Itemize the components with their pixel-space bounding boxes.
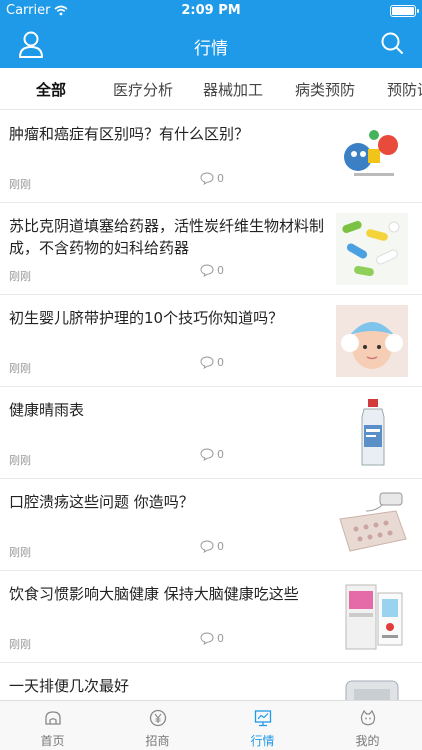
- pills-icon: [336, 213, 408, 285]
- article-time: 刚刚: [9, 546, 31, 559]
- comment-icon: [200, 540, 214, 553]
- air-mattress-icon: [336, 489, 408, 561]
- search-icon[interactable]: [380, 31, 404, 55]
- article-time: 刚刚: [9, 178, 31, 191]
- tabbar-market[interactable]: 行情: [210, 701, 315, 750]
- cartoon-illustration-icon: [336, 121, 408, 193]
- comment-icon: [200, 448, 214, 461]
- article-thumbnail: [336, 581, 408, 653]
- article-time: 刚刚: [9, 638, 31, 651]
- article-list: 肿瘤和癌症有区别吗？有什么区别？ 刚刚 0 苏比克阴道填塞给药器，活性炭纤维生物…: [0, 111, 422, 700]
- tabbar-home[interactable]: 首页: [0, 701, 105, 750]
- comment-count: 0: [200, 264, 224, 277]
- article-thumbnail: [336, 213, 408, 285]
- bottom-tab-bar: 首页 招商 行情 我的: [0, 700, 422, 750]
- article-item[interactable]: 健康晴雨表 刚刚 0: [0, 387, 422, 479]
- article-title: 饮食习惯影响大脑健康 保持大脑健康吃这些: [9, 585, 299, 603]
- article-title: 初生婴儿脐带护理的10个技巧你知道吗？: [9, 309, 284, 327]
- market-icon: [254, 710, 272, 727]
- comment-count-value: 0: [217, 172, 224, 185]
- tabbar-investment-label: 招商: [145, 734, 170, 748]
- comment-count: 0: [200, 540, 224, 553]
- comment-count-value: 0: [217, 356, 224, 369]
- profile-icon: [360, 709, 376, 726]
- status-bar: Carrier 2:09 PM: [0, 0, 422, 22]
- article-time: 刚刚: [9, 362, 31, 375]
- baby-icon: [336, 305, 408, 377]
- tab-prevention[interactable]: 预防试: [387, 79, 422, 100]
- article-title: 一天排便几次最好: [9, 677, 130, 695]
- article-title: 肿瘤和癌症有区别吗？有什么区别？: [9, 125, 250, 143]
- navbar: 行情: [0, 22, 422, 68]
- comment-icon: [200, 172, 214, 185]
- article-thumbnail: [336, 397, 408, 469]
- article-time: 刚刚: [9, 454, 31, 467]
- article-thumbnail: [336, 305, 408, 377]
- tab-all[interactable]: 全部: [36, 79, 66, 100]
- tabbar-investment[interactable]: 招商: [105, 701, 210, 750]
- battery-icon: [390, 5, 419, 17]
- tabbar-home-label: 首页: [40, 734, 65, 748]
- page-title: 行情: [194, 39, 228, 59]
- comment-count-value: 0: [217, 448, 224, 461]
- article-title: 健康晴雨表: [9, 401, 85, 419]
- article-thumbnail: [336, 673, 408, 700]
- article-item[interactable]: 苏比克阴道填塞给药器，活性炭纤维生物材料制成，不含药物的妇科给药器 刚刚 0: [0, 203, 422, 295]
- comment-count: 0: [200, 172, 224, 185]
- article-item[interactable]: 一天排便几次最好: [0, 663, 422, 700]
- tabbar-profile-label: 我的: [355, 734, 380, 748]
- article-title: 口腔溃疡这些问题 你造吗？: [9, 493, 194, 511]
- bottle-icon: [336, 397, 408, 469]
- article-time: 刚刚: [9, 270, 31, 283]
- comment-count: 0: [200, 356, 224, 369]
- comment-icon: [200, 356, 214, 369]
- article-item[interactable]: 饮食习惯影响大脑健康 保持大脑健康吃这些 刚刚 0: [0, 571, 422, 663]
- comment-count-value: 0: [217, 540, 224, 553]
- money-icon: [149, 709, 167, 727]
- device-icon: [336, 581, 408, 653]
- home-icon: [45, 711, 61, 725]
- tabbar-profile[interactable]: 我的: [315, 701, 420, 750]
- tab-equipment-processing[interactable]: 器械加工: [203, 79, 263, 100]
- comment-count: 0: [200, 448, 224, 461]
- category-tabs: 全部 医疗分析 器械加工 病类预防 预防试: [0, 68, 422, 110]
- comment-icon: [200, 632, 214, 645]
- article-thumbnail: [336, 121, 408, 193]
- scale-icon: [336, 673, 408, 700]
- article-thumbnail: [336, 489, 408, 561]
- comment-icon: [200, 264, 214, 277]
- comment-count-value: 0: [217, 264, 224, 277]
- comment-count: 0: [200, 632, 224, 645]
- tabbar-market-label: 行情: [250, 734, 275, 748]
- article-item[interactable]: 肿瘤和癌症有区别吗？有什么区别？ 刚刚 0: [0, 111, 422, 203]
- tab-medical-analysis[interactable]: 医疗分析: [113, 79, 173, 100]
- tab-disease-prevention[interactable]: 病类预防: [295, 79, 355, 100]
- article-title: 苏比克阴道填塞给药器，活性炭纤维生物材料制成，不含药物的妇科给药器: [9, 217, 325, 257]
- article-item[interactable]: 初生婴儿脐带护理的10个技巧你知道吗？ 刚刚 0: [0, 295, 422, 387]
- status-time: 2:09 PM: [181, 3, 241, 18]
- comment-count-value: 0: [217, 632, 224, 645]
- header: Carrier 2:09 PM 行情: [0, 0, 422, 68]
- article-item[interactable]: 口腔溃疡这些问题 你造吗？ 刚刚 0: [0, 479, 422, 571]
